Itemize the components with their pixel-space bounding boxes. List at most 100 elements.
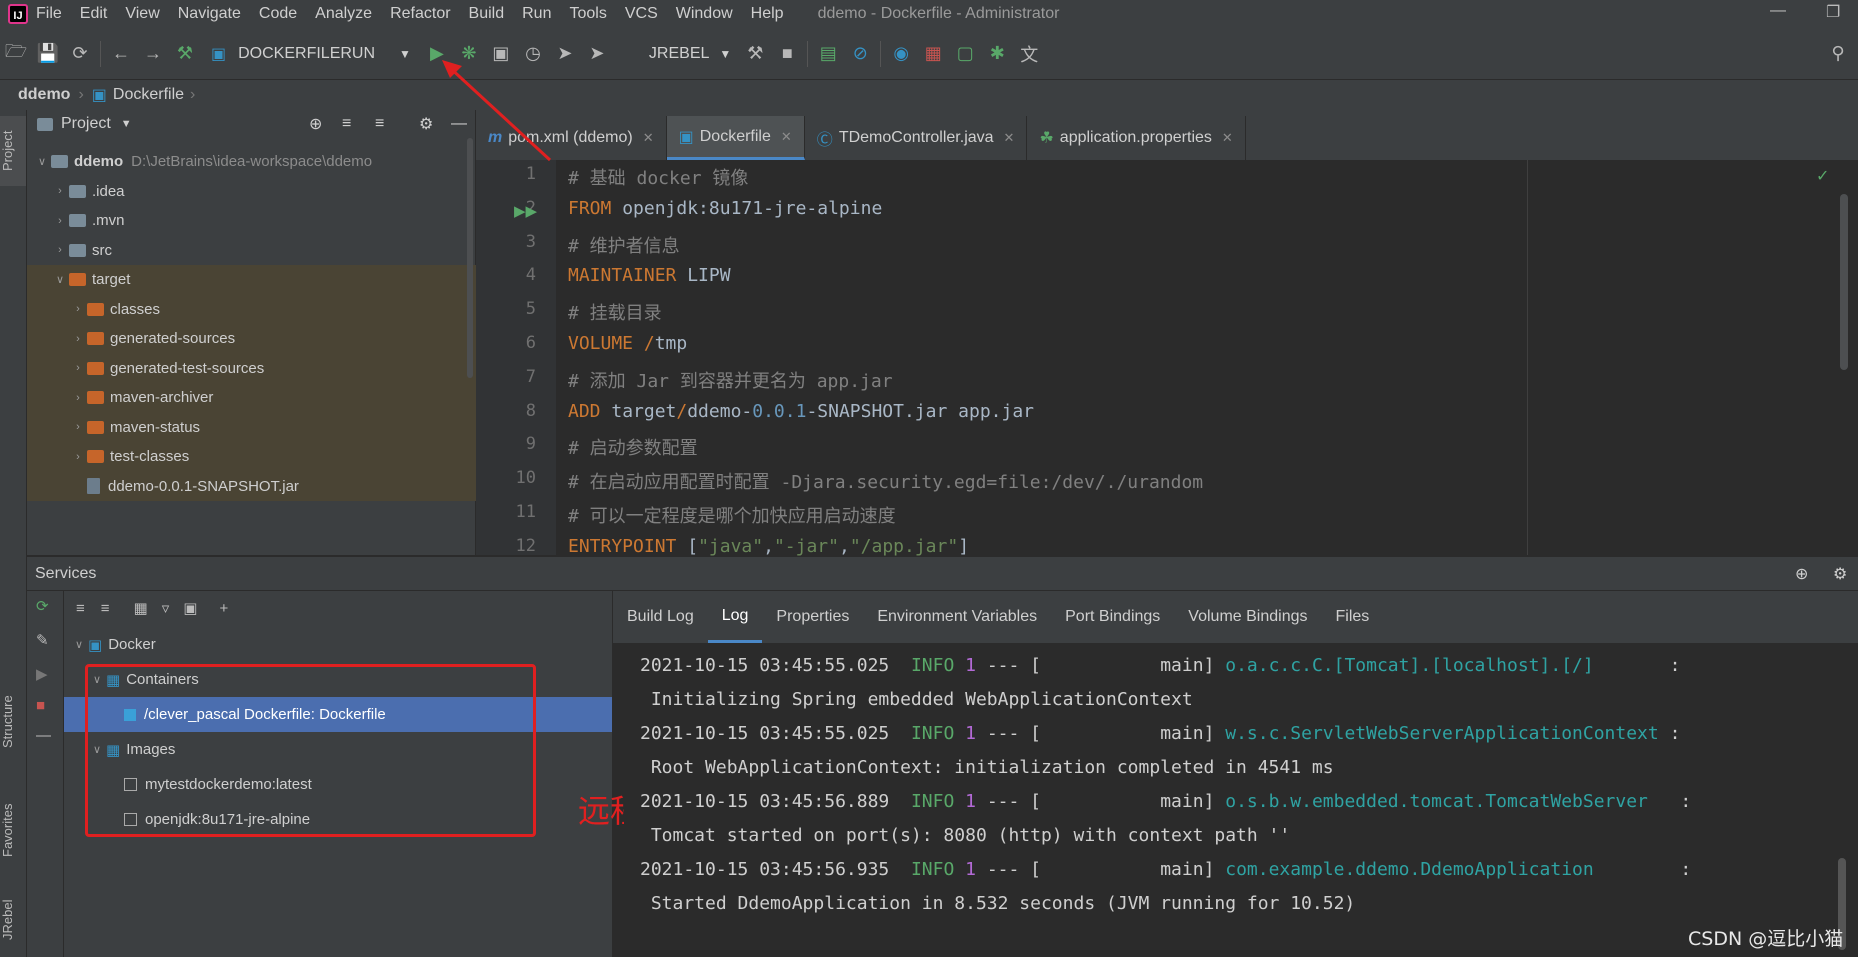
tree-item[interactable]: › test-classes (27, 442, 517, 472)
menu-item[interactable]: View (125, 5, 159, 23)
terminal-icon[interactable]: ▢ (949, 38, 981, 70)
chevron-right-icon[interactable]: › (69, 451, 87, 463)
chevron-right-icon[interactable]: › (69, 392, 87, 404)
editor-tab[interactable]: Ⓒ TDemoController.java ✕ (805, 116, 1028, 160)
expand-all-icon[interactable]: ≡ (76, 600, 85, 617)
stop-icon[interactable]: ■ (36, 697, 45, 714)
jrebel-config-selector[interactable]: JREBEL ▼ (649, 45, 731, 63)
build-hammer-icon[interactable]: ⚒ (169, 38, 201, 70)
project-view-label[interactable]: Project (61, 115, 111, 133)
menu-item[interactable]: Build (469, 5, 505, 23)
tree-item[interactable]: › generated-sources (27, 324, 517, 354)
log-tab[interactable]: Log (707, 591, 763, 643)
log-tab[interactable]: Properties (762, 591, 863, 643)
chevron-down-icon[interactable]: ∨ (70, 638, 88, 651)
chevron-right-icon[interactable]: › (69, 421, 87, 433)
restore-icon[interactable]: ❐ (1826, 2, 1840, 22)
service-tree-item[interactable]: ∨ ▣ Docker (64, 627, 612, 662)
menu-item[interactable]: Run (522, 5, 551, 23)
gear-icon[interactable]: ⚙ (419, 114, 433, 134)
chevron-right-icon[interactable]: › (51, 215, 69, 227)
structure-icon[interactable]: ▦ (917, 38, 949, 70)
minimize-icon[interactable]: — (1770, 2, 1786, 20)
tree-item[interactable]: › maven-archiver (27, 383, 517, 413)
menu-item[interactable]: Tools (569, 5, 606, 23)
add-icon[interactable]: + (219, 600, 228, 617)
block-icon[interactable]: ⊘ (844, 38, 876, 70)
tree-item[interactable]: ∨ target (27, 265, 499, 295)
chevron-right-icon[interactable]: › (51, 185, 69, 197)
back-icon[interactable]: ← (105, 38, 137, 70)
chevron-down-icon[interactable]: ▼ (121, 118, 132, 130)
log-tab[interactable]: Volume Bindings (1174, 591, 1321, 643)
open-folder-icon[interactable]: 🗁 (0, 38, 32, 70)
breadcrumb-file[interactable]: Dockerfile (113, 86, 184, 104)
favorites-tool-tab[interactable]: Favorites (0, 790, 26, 870)
menu-item[interactable]: Navigate (178, 5, 241, 23)
log-tab[interactable]: Environment Variables (863, 591, 1051, 643)
tree-item[interactable]: › classes (27, 294, 517, 324)
save-all-icon[interactable]: 💾 (32, 38, 64, 70)
close-icon[interactable]: ✕ (781, 129, 792, 145)
close-icon[interactable]: ✕ (1222, 130, 1233, 146)
jrebel-run-icon[interactable]: ➤ (581, 38, 613, 70)
search-icon[interactable]: ⚲ (1822, 38, 1854, 70)
project-scrollbar[interactable] (467, 138, 473, 378)
log-tab[interactable]: Files (1321, 591, 1383, 643)
tree-item[interactable]: › maven-status (27, 412, 517, 442)
refresh-icon[interactable]: ⟳ (36, 597, 49, 615)
editor-tab[interactable]: ☘ application.properties ✕ (1027, 116, 1246, 160)
project-tool-tab[interactable]: Project (0, 116, 26, 186)
record-icon[interactable]: ◉ (885, 38, 917, 70)
expand-all-icon[interactable]: ≡ (342, 115, 351, 133)
log-tab[interactable]: Port Bindings (1051, 591, 1174, 643)
locate-icon[interactable]: ⊕ (309, 114, 322, 134)
structure-tool-tab[interactable]: Structure (0, 682, 26, 762)
menu-item[interactable]: Analyze (315, 5, 372, 23)
tree-item[interactable]: ddemo-0.0.1-SNAPSHOT.jar (27, 471, 517, 501)
sync-icon[interactable]: ⟳ (64, 38, 96, 70)
gear-icon[interactable]: ⚙ (1833, 564, 1847, 584)
hammer-icon[interactable]: ⚒ (739, 38, 771, 70)
tree-item[interactable]: › .idea (27, 177, 499, 207)
translate-icon[interactable]: 文 (1013, 38, 1045, 70)
menu-item[interactable]: Help (751, 5, 784, 23)
log-tab[interactable]: Build Log (613, 591, 708, 643)
forward-icon[interactable]: → (137, 38, 169, 70)
locate-icon[interactable]: ⊕ (1795, 564, 1808, 584)
close-icon[interactable]: ✕ (1004, 130, 1015, 146)
menu-item[interactable]: Window (676, 5, 733, 23)
chevron-right-icon[interactable]: › (51, 244, 69, 256)
edit-icon[interactable]: ✎ (36, 631, 49, 649)
code-editor[interactable]: # 基础 docker 镜像 FROM openjdk:8u171-jre-alp… (556, 160, 1826, 557)
editor-tab[interactable]: ▣ Dockerfile ✕ (666, 116, 805, 160)
menu-item[interactable]: File (36, 5, 62, 23)
menu-item[interactable]: Refactor (390, 5, 450, 23)
tree-item[interactable]: ∨ ddemo D:\JetBrains\idea-workspace\ddemo (27, 147, 481, 177)
minus-icon[interactable]: — (36, 727, 51, 744)
log-console[interactable]: 2021-10-15 03:45:55.025 INFO 1 --- [ mai… (624, 645, 1844, 957)
tree-item[interactable]: › generated-test-sources (27, 353, 517, 383)
tree-item[interactable]: › src (27, 236, 499, 266)
chevron-right-icon[interactable]: › (69, 333, 87, 345)
menu-item[interactable]: Edit (80, 5, 108, 23)
menu-item[interactable]: VCS (625, 5, 658, 23)
jrebel-tool-tab[interactable]: JRebel (0, 890, 26, 950)
collapse-all-icon[interactable]: ≡ (101, 600, 110, 617)
play-icon[interactable]: ▶ (36, 665, 48, 683)
new-tab-icon[interactable]: ▣ (183, 599, 197, 617)
tree-item[interactable]: › .mvn (27, 206, 499, 236)
run-config-selector[interactable]: ▣ DOCKERFILERUN ▼ (211, 44, 411, 64)
run-gutter-icon[interactable]: ▶▶ (514, 202, 537, 220)
filter-icon[interactable]: ▿ (162, 599, 170, 617)
collapse-all-icon[interactable]: ≡ (375, 115, 384, 133)
chevron-right-icon[interactable]: › (69, 362, 87, 374)
plugin-icon[interactable]: ✱ (981, 38, 1013, 70)
chevron-down-icon[interactable]: ∨ (33, 155, 51, 168)
chevron-right-icon[interactable]: › (69, 303, 87, 315)
monitor-icon[interactable]: ▤ (812, 38, 844, 70)
close-icon[interactable]: ✕ (643, 130, 654, 146)
breadcrumb-project[interactable]: ddemo (18, 86, 70, 104)
stop-icon[interactable]: ■ (771, 38, 803, 70)
menu-item[interactable]: Code (259, 5, 297, 23)
